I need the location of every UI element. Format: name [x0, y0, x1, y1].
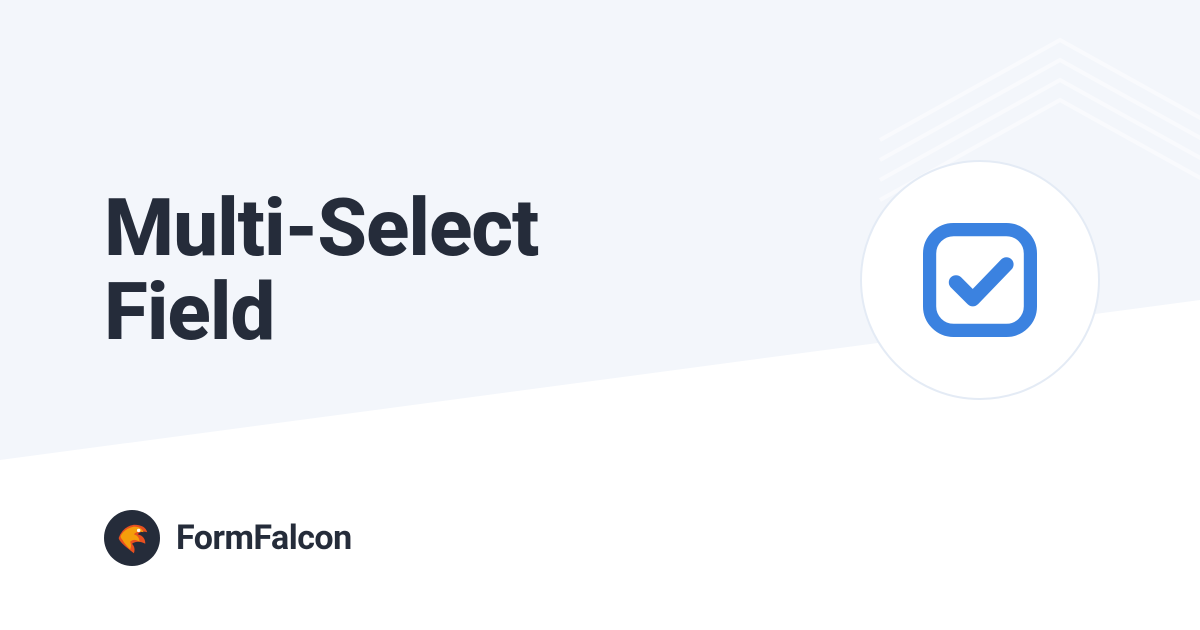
- checkbox-checked-icon: [920, 220, 1040, 340]
- brand-name: FormFalcon: [176, 518, 352, 558]
- title-line-2: Field: [104, 265, 274, 359]
- title-line-1: Multi-Select: [104, 181, 538, 275]
- feature-icon-container: [860, 160, 1100, 400]
- brand-logo-icon: [104, 510, 160, 566]
- page-title: Multi-Select Field: [104, 186, 538, 354]
- falcon-icon: [113, 519, 151, 557]
- brand-lockup: FormFalcon: [104, 510, 352, 566]
